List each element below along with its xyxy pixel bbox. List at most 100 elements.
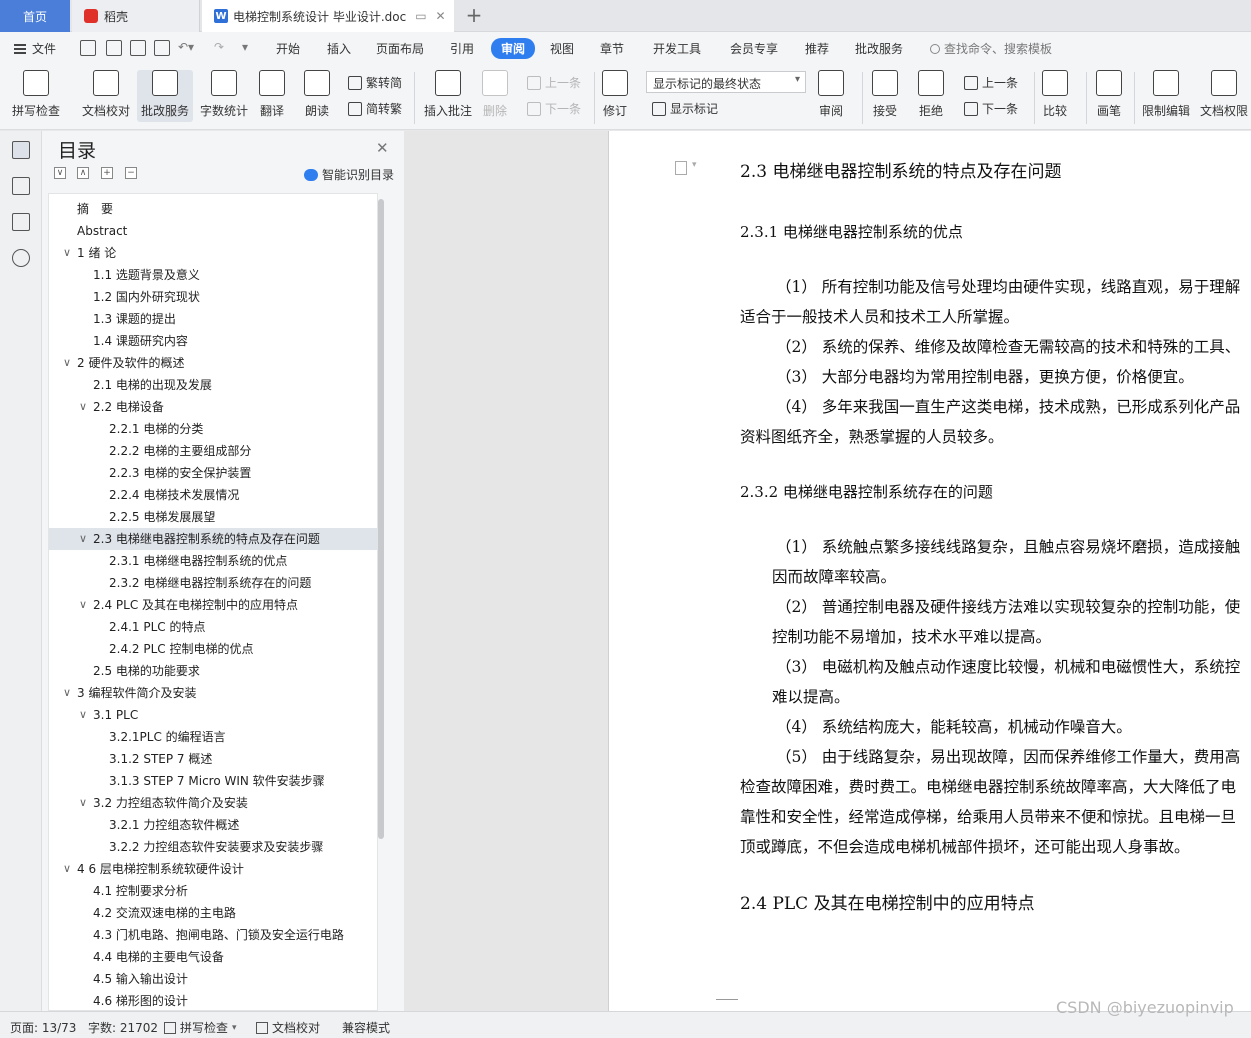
tab-daoke[interactable]: 稻壳	[72, 0, 200, 32]
toc-item[interactable]: 1.4 课题研究内容	[49, 330, 377, 352]
toc-item[interactable]: 4.2 交流双速电梯的主电路	[49, 902, 377, 924]
translate-button[interactable]: 翻译	[259, 70, 285, 119]
reject-button[interactable]: 拒绝	[918, 70, 944, 119]
new-tab-button[interactable]: +	[462, 3, 486, 27]
toc-item[interactable]: 3.2.1 力控组态软件概述	[49, 814, 377, 836]
toc-item[interactable]: 2.5 电梯的功能要求	[49, 660, 377, 682]
chevron-down-icon[interactable]: ∨	[79, 594, 87, 616]
menu-review[interactable]: 审阅	[491, 38, 536, 59]
tab-close-icon[interactable]: ✕	[436, 9, 446, 23]
more-quick-access-icon[interactable]: ▾	[242, 40, 248, 54]
bookmark-icon[interactable]	[12, 213, 30, 231]
document-page[interactable]: ▾ 2.3 电梯继电器控制系统的特点及存在问题 2.3.1 电梯继电器控制系统的优…	[608, 131, 1251, 1011]
toc-item[interactable]: ∨ 3.2 力控组态软件简介及安装	[49, 792, 377, 814]
print-preview-icon[interactable]	[154, 40, 170, 56]
to-simplified-button[interactable]: 简转繁	[348, 100, 402, 117]
chevron-down-icon[interactable]: ∨	[63, 858, 71, 880]
prev-change-button[interactable]: 上一条	[964, 74, 1018, 91]
doc-proof-button[interactable]: 文档校对	[82, 70, 130, 119]
collapse-all-icon[interactable]: ∨	[54, 167, 66, 179]
chevron-down-icon[interactable]: ∨	[79, 396, 87, 418]
to-traditional-button[interactable]: 繁转简	[348, 74, 402, 91]
menu-insert[interactable]: 插入	[327, 40, 351, 57]
insert-comment-button[interactable]: 插入批注	[424, 70, 472, 119]
toc-item[interactable]: 2.1 电梯的出现及发展	[49, 374, 377, 396]
word-count-button[interactable]: 字数统计	[200, 70, 248, 119]
toc-item[interactable]: 1.3 课题的提出	[49, 308, 377, 330]
accept-button[interactable]: 接受	[872, 70, 898, 119]
toc-item[interactable]: 摘 要	[49, 198, 377, 220]
show-markup-button[interactable]: 显示标记	[652, 100, 718, 117]
toc-item[interactable]: 2.2.4 电梯技术发展情况	[49, 484, 377, 506]
menu-section[interactable]: 章节	[600, 40, 624, 57]
next-comment-button[interactable]: 下一条	[527, 100, 581, 117]
compare-button[interactable]: 比较	[1042, 70, 1068, 119]
chevron-down-icon[interactable]: ∨	[63, 242, 71, 264]
delete-comment-button[interactable]: 删除	[482, 70, 508, 119]
print-icon[interactable]	[130, 40, 146, 56]
redo-icon[interactable]: ↷	[214, 40, 224, 54]
tab-home[interactable]: 首页	[0, 0, 70, 32]
page-indicator[interactable]: 页面: 13/73	[10, 1019, 76, 1036]
toc-item[interactable]: ∨ 4 6 层电梯控制系统软硬件设计	[49, 858, 377, 880]
spell-check-status[interactable]: 拼写检查 ▾	[164, 1019, 237, 1036]
chapter-nav-icon[interactable]	[12, 177, 30, 195]
add-heading-icon[interactable]: +	[101, 167, 113, 179]
toc-scrollbar[interactable]	[378, 199, 384, 839]
toc-item[interactable]: 4.3 门机电路、抱闸电路、门锁及安全运行电路	[49, 924, 377, 946]
menu-member[interactable]: 会员专享	[730, 40, 778, 57]
toc-item[interactable]: ∨ 2.3 电梯继电器控制系统的特点及存在问题	[49, 528, 377, 550]
close-icon[interactable]: ✕	[376, 139, 389, 157]
toc-item[interactable]: 1.2 国内外研究现状	[49, 286, 377, 308]
toc-item[interactable]: 3.2.1PLC 的编程语言	[49, 726, 377, 748]
save-icon[interactable]	[80, 40, 96, 56]
export-pdf-icon[interactable]	[106, 40, 122, 56]
toc-item[interactable]: 2.3.1 电梯继电器控制系统的优点	[49, 550, 377, 572]
review-pane-button[interactable]: 审阅	[818, 70, 844, 119]
pen-button[interactable]: 画笔	[1096, 70, 1122, 119]
toc-item[interactable]: 4.1 控制要求分析	[49, 880, 377, 902]
menu-view[interactable]: 视图	[550, 40, 574, 57]
outline-icon[interactable]	[12, 141, 30, 159]
doc-permission-button[interactable]: 文档权限	[1200, 70, 1248, 119]
toc-item[interactable]: 2.2.3 电梯的安全保护装置	[49, 462, 377, 484]
chevron-down-icon[interactable]: ∨	[63, 352, 71, 374]
toc-item[interactable]: 3.2.2 力控组态软件安装要求及安装步骤	[49, 836, 377, 858]
chevron-down-icon[interactable]: ∨	[79, 704, 87, 726]
chevron-down-icon[interactable]: ∨	[79, 528, 87, 550]
toc-item[interactable]: ∨ 3 编程软件简介及安装	[49, 682, 377, 704]
toc-item[interactable]: ∨ 2 硬件及软件的概述	[49, 352, 377, 374]
toc-item[interactable]: 2.2.5 电梯发展展望	[49, 506, 377, 528]
toc-item[interactable]: ∨ 3.1 PLC	[49, 704, 377, 726]
restrict-edit-button[interactable]: 限制编辑	[1142, 70, 1190, 119]
toc-item[interactable]: 2.4.1 PLC 的特点	[49, 616, 377, 638]
menu-correction[interactable]: 批改服务	[855, 40, 903, 57]
find-icon[interactable]	[12, 249, 30, 267]
toc-item[interactable]: ∨ 2.4 PLC 及其在电梯控制中的应用特点	[49, 594, 377, 616]
read-aloud-button[interactable]: 朗读	[304, 70, 330, 119]
toc-item[interactable]: 4.4 电梯的主要电气设备	[49, 946, 377, 968]
chevron-down-icon[interactable]: ∨	[63, 682, 71, 704]
chevron-down-icon[interactable]: ∨	[79, 792, 87, 814]
toc-item[interactable]: 2.3.2 电梯继电器控制系统存在的问题	[49, 572, 377, 594]
toc-item[interactable]: 4.5 输入输出设计	[49, 968, 377, 990]
toc-item[interactable]: 1.1 选题背景及意义	[49, 264, 377, 286]
markup-state-select[interactable]: 显示标记的最终状态	[646, 71, 806, 93]
menu-home[interactable]: 开始	[276, 40, 300, 57]
toc-item[interactable]: 2.2.2 电梯的主要组成部分	[49, 440, 377, 462]
toc-item[interactable]: 2.2.1 电梯的分类	[49, 418, 377, 440]
paragraph-layout-icon[interactable]	[675, 161, 687, 175]
spell-check-button[interactable]: 拼写检查	[12, 70, 60, 119]
remove-heading-icon[interactable]: −	[125, 167, 137, 179]
toc-item[interactable]: Abstract	[49, 220, 377, 242]
menu-file[interactable]: 文件	[14, 40, 56, 57]
toc-item[interactable]: 3.1.3 STEP 7 Micro WIN 软件安装步骤	[49, 770, 377, 792]
menu-developer[interactable]: 开发工具	[653, 40, 701, 57]
command-search[interactable]: 查找命令、搜索模板	[930, 40, 1052, 57]
menu-page-layout[interactable]: 页面布局	[376, 40, 424, 57]
prev-comment-button[interactable]: 上一条	[527, 74, 581, 91]
proofread-status[interactable]: 文档校对	[256, 1019, 320, 1036]
menu-references[interactable]: 引用	[450, 40, 474, 57]
next-change-button[interactable]: 下一条	[964, 100, 1018, 117]
toc-item[interactable]: 4.6 梯形图的设计	[49, 990, 377, 1010]
